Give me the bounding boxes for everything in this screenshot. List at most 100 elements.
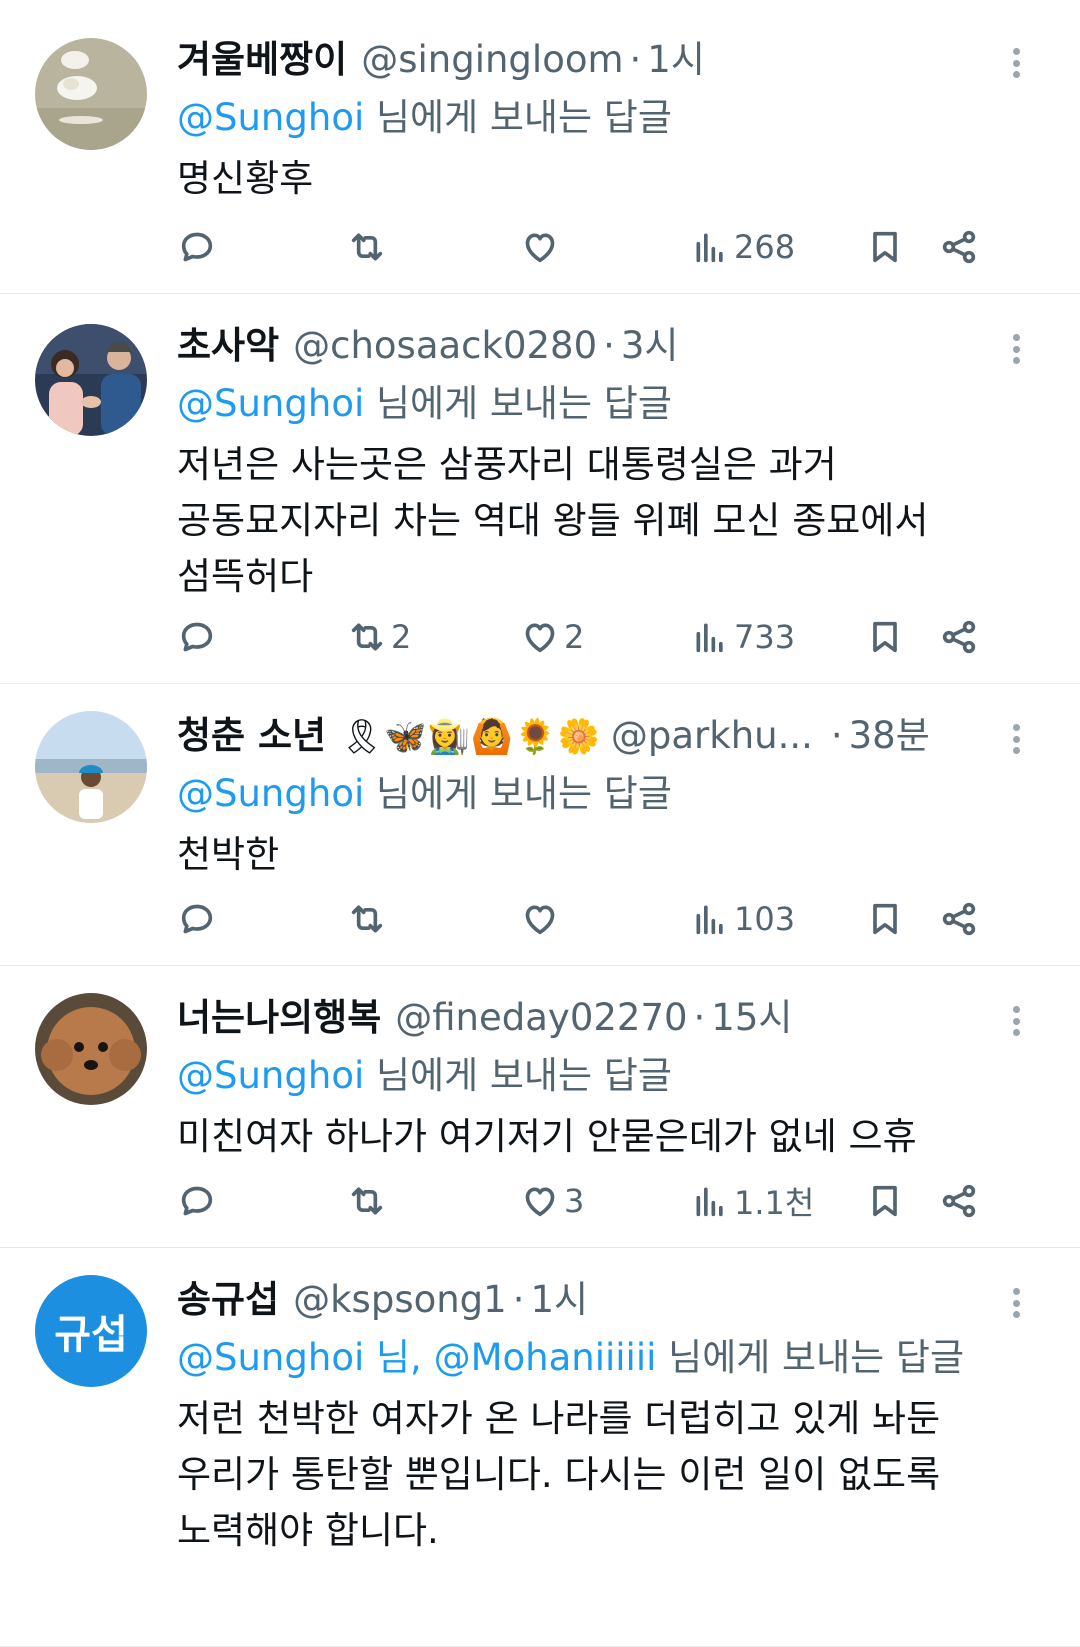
reply-mention-2[interactable]: @Mohaniiiiii xyxy=(434,1336,657,1379)
more-options-icon[interactable] xyxy=(1004,1278,1028,1328)
tweet-actions: 3 1.1천 xyxy=(177,1176,1030,1226)
display-name[interactable]: 송규섭 xyxy=(177,1271,279,1329)
user-handle[interactable]: @chosaack0280 xyxy=(293,317,597,375)
like-button[interactable] xyxy=(520,899,564,939)
retweet-icon xyxy=(351,905,383,933)
views-button[interactable]: 1.1천 xyxy=(690,1178,814,1224)
tweet[interactable]: 규섭 송규섭 @kspsong1 · 1시 @Sunghoi 님, @Mohan… xyxy=(0,1248,1080,1647)
views-button[interactable]: 733 xyxy=(690,617,795,657)
more-options-icon[interactable] xyxy=(1004,996,1028,1046)
retweet-button[interactable] xyxy=(347,899,391,939)
user-handle[interactable]: @parkhu... xyxy=(611,707,813,765)
reply-button[interactable] xyxy=(177,899,221,939)
reply-mention[interactable]: @Sunghoi xyxy=(177,772,364,815)
like-button[interactable]: 2 xyxy=(520,617,584,657)
bookmark-button[interactable] xyxy=(865,1181,905,1221)
user-avatar[interactable] xyxy=(35,993,147,1105)
bookmark-icon xyxy=(873,231,897,263)
reply-context-label: 님에게 보내는 답글 xyxy=(364,1054,672,1097)
timestamp[interactable]: 1시 xyxy=(530,1271,588,1329)
views-chart-icon xyxy=(696,623,723,653)
view-count: 1.1천 xyxy=(734,1184,815,1222)
share-button[interactable] xyxy=(939,1181,979,1221)
views-chart-icon xyxy=(696,233,723,263)
user-handle[interactable]: @singingloom xyxy=(361,31,623,89)
retweet-icon xyxy=(351,623,383,651)
heart-icon xyxy=(525,905,555,935)
like-button[interactable]: 3 xyxy=(520,1181,584,1221)
tweet-text: 명신황후 xyxy=(177,157,314,200)
tweet-actions: 2 2 733 xyxy=(177,612,1030,662)
timestamp[interactable]: 1시 xyxy=(647,31,705,89)
timestamp[interactable]: 15시 xyxy=(711,989,792,1047)
reply-icon xyxy=(181,904,213,934)
user-avatar[interactable] xyxy=(35,711,147,823)
share-icon xyxy=(942,1184,976,1218)
name-emoji-badges: 🎗🦋👩‍🌾🙆🌻🌼 xyxy=(340,717,601,757)
tweet[interactable]: 초사악 @chosaack0280 · 3시 @Sunghoi 님에게 보내는 … xyxy=(0,294,1080,684)
reply-mention[interactable]: @Sunghoi xyxy=(177,382,364,425)
display-name[interactable]: 초사악 xyxy=(177,317,279,375)
tweet-actions: 268 xyxy=(177,222,1030,272)
view-count: 268 xyxy=(734,228,796,266)
share-button[interactable] xyxy=(939,227,979,267)
reply-button[interactable] xyxy=(177,227,221,267)
retweet-count: 2 xyxy=(391,618,412,656)
views-button[interactable]: 103 xyxy=(690,899,795,939)
tweet-header: 너는나의행복 @fineday02270 · 15시 xyxy=(177,989,1020,1047)
tweet[interactable]: 청춘 소년 🎗🦋👩‍🌾🙆🌻🌼 @parkhu... · 38분 @Sunghoi… xyxy=(0,684,1080,966)
bookmark-icon xyxy=(873,621,897,653)
user-avatar[interactable]: 규섭 xyxy=(35,1275,147,1387)
tweet-actions: 103 xyxy=(177,894,1030,944)
couple-photo-avatar-icon xyxy=(35,324,147,436)
display-name[interactable]: 너는나의행복 xyxy=(177,989,381,1047)
view-count: 733 xyxy=(734,618,796,656)
separator: · xyxy=(830,714,843,757)
tweet-text: 천박한 xyxy=(177,833,280,876)
user-handle[interactable]: @fineday02270 xyxy=(395,989,687,1047)
more-options-icon[interactable] xyxy=(1004,714,1028,764)
tweet[interactable]: 너는나의행복 @fineday02270 · 15시 @Sunghoi 님에게 … xyxy=(0,966,1080,1248)
like-count: 2 xyxy=(564,618,585,656)
reply-button[interactable] xyxy=(177,617,221,657)
tweet-header: 청춘 소년 🎗🦋👩‍🌾🙆🌻🌼 @parkhu... · 38분 xyxy=(177,707,1020,765)
more-options-icon[interactable] xyxy=(1004,324,1028,374)
user-avatar[interactable] xyxy=(35,38,147,150)
heart-icon xyxy=(525,623,555,653)
share-button[interactable] xyxy=(939,899,979,939)
reply-context: @Sunghoi 님에게 보내는 답글 xyxy=(177,1047,1020,1105)
bookmark-icon xyxy=(873,903,897,935)
reply-context: @Sunghoi 님에게 보내는 답글 xyxy=(177,375,1020,433)
user-handle[interactable]: @kspsong1 xyxy=(293,1271,507,1329)
like-button[interactable] xyxy=(520,227,564,267)
more-options-icon[interactable] xyxy=(1004,38,1028,88)
share-icon xyxy=(942,230,976,264)
reply-button[interactable] xyxy=(177,1181,221,1221)
heart-icon xyxy=(525,233,555,263)
tweet[interactable]: 겨울베짱이 @singingloom · 1시 @Sunghoi 님에게 보내는… xyxy=(0,0,1080,294)
reply-context-label: 님에게 보내는 답글 xyxy=(656,1336,965,1379)
reply-mention[interactable]: @Sunghoi xyxy=(177,96,364,139)
bookmark-button[interactable] xyxy=(865,899,905,939)
reply-context-label: 님에게 보내는 답글 xyxy=(364,382,672,425)
timestamp[interactable]: 3시 xyxy=(621,317,679,375)
retweet-button[interactable] xyxy=(347,1181,391,1221)
retweet-button[interactable] xyxy=(347,227,391,267)
bookmark-button[interactable] xyxy=(865,617,905,657)
heart-icon xyxy=(525,1187,555,1217)
display-name[interactable]: 겨울베짱이 xyxy=(177,31,347,89)
share-button[interactable] xyxy=(939,617,979,657)
reply-mention[interactable]: @Sunghoi 님, xyxy=(177,1336,434,1379)
bookmark-icon xyxy=(873,1185,897,1217)
display-name[interactable]: 청춘 소년 xyxy=(177,707,326,765)
user-avatar[interactable] xyxy=(35,324,147,436)
retweet-button[interactable]: 2 xyxy=(347,617,411,657)
views-button[interactable]: 268 xyxy=(690,227,795,267)
separator: · xyxy=(629,38,642,81)
separator: · xyxy=(693,996,706,1039)
timestamp[interactable]: 38분 xyxy=(849,707,930,765)
bookmark-button[interactable] xyxy=(865,227,905,267)
reply-context: @Sunghoi 님에게 보내는 답글 xyxy=(177,765,1020,823)
reply-icon xyxy=(181,1186,213,1216)
reply-mention[interactable]: @Sunghoi xyxy=(177,1054,364,1097)
